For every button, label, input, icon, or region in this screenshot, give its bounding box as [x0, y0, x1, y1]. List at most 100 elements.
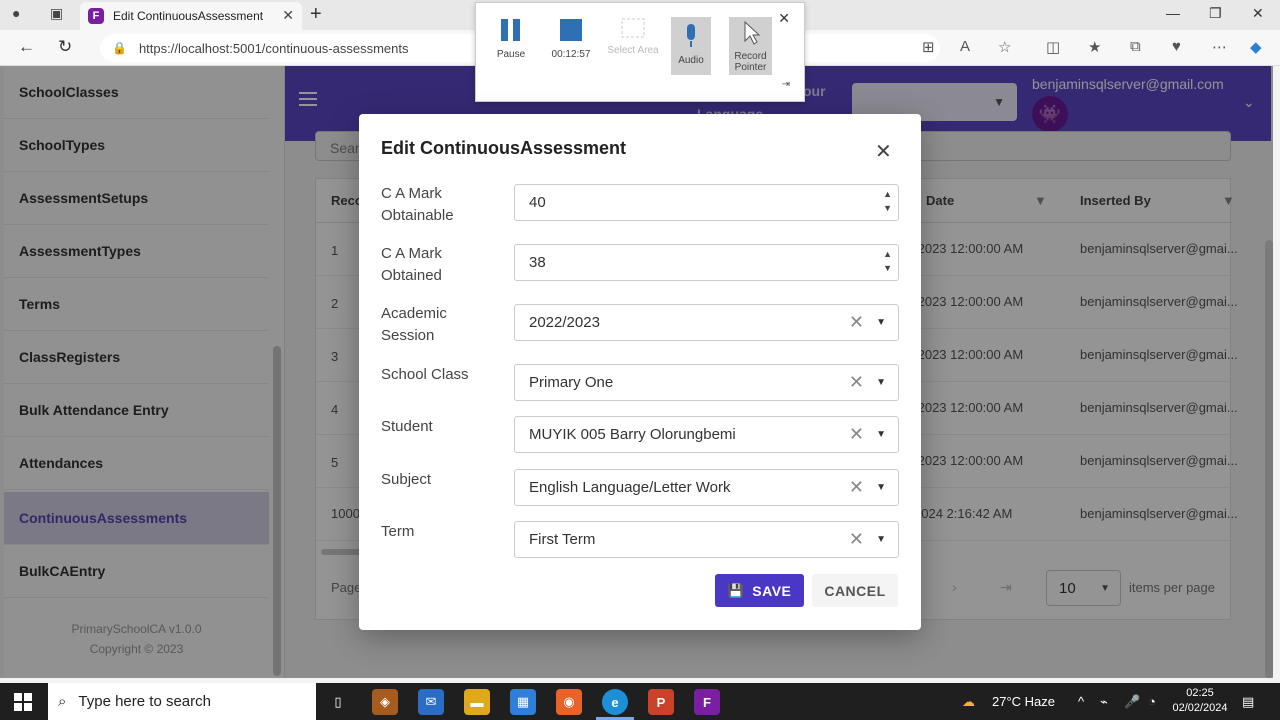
clear-icon[interactable]: ✕ [849, 477, 864, 498]
minimize-icon[interactable]: — [1166, 5, 1180, 21]
app-available-icon[interactable]: ⊞ [922, 38, 935, 56]
recorder-close-icon[interactable]: ✕ [778, 10, 790, 27]
clock-date: 02/02/2024 [1172, 702, 1228, 714]
edit-assessment-dialog: Edit ContinuousAssessment ✕ C A Mark Obt… [359, 114, 921, 630]
lock-icon: 🔒 [112, 41, 127, 55]
stop-icon [560, 19, 582, 41]
microphone-tray-icon[interactable]: 🎤 [1124, 694, 1140, 710]
cancel-button[interactable]: CANCEL [812, 574, 898, 607]
select-area-button[interactable]: Select Area [603, 17, 663, 56]
wifi-icon[interactable]: ◔ [1148, 694, 1156, 709]
system-clock[interactable]: 02:25 02/02/2024 [1170, 686, 1230, 716]
pause-label: Pause [496, 49, 526, 60]
browser-tab-active[interactable]: F Edit ContinuousAssessment ✕ [80, 2, 302, 30]
number-stepper-icon[interactable]: ▲ ▼ [883, 187, 892, 215]
ca-mark-obtainable-label: C A Mark Obtainable [381, 185, 454, 224]
refresh-icon[interactable]: ↻ [58, 37, 72, 57]
tab-close-icon[interactable]: ✕ [282, 7, 294, 24]
microphone-icon [687, 24, 695, 47]
pin-icon[interactable]: ⇥ [782, 79, 790, 90]
save-label: SAVE [752, 582, 792, 599]
chevron-down-icon[interactable]: ▼ [876, 317, 886, 328]
chevron-down-icon[interactable]: ▼ [876, 482, 886, 493]
maximize-icon[interactable]: ❐ [1209, 5, 1222, 22]
chevron-down-icon[interactable]: ▼ [876, 534, 886, 545]
field-value: MUYIK 005 Barry Olorungbemi [529, 426, 736, 443]
file-explorer-icon[interactable]: ▬ [464, 689, 490, 715]
app-favicon-icon: F [88, 8, 104, 24]
elapsed-time: 00:12:57 [551, 49, 591, 60]
copilot-icon[interactable]: ◆ [1250, 38, 1262, 56]
ca-mark-obtained-label: C A Mark Obtained [381, 245, 442, 284]
window-close-icon[interactable]: ✕ [1252, 5, 1264, 22]
term-label: Term [381, 523, 415, 540]
powerpoint-icon[interactable]: P [648, 689, 674, 715]
field-value: 2022/2023 [529, 314, 600, 331]
ca-mark-obtainable-input[interactable]: 40 ▲ ▼ [514, 184, 899, 221]
ca-mark-obtained-input[interactable]: 38 ▲ ▼ [514, 244, 899, 281]
floppy-disk-icon: 💾 [727, 582, 745, 598]
number-stepper-icon[interactable]: ▲ ▼ [883, 247, 892, 275]
field-value: 38 [529, 254, 546, 271]
field-value: 40 [529, 194, 546, 211]
taskbar-search-input[interactable]: ⌕ Type here to search [48, 683, 316, 720]
collections-icon[interactable]: ⧉ [1130, 38, 1141, 55]
search-icon: ⌕ [58, 693, 67, 710]
store-icon[interactable]: ▦ [510, 689, 536, 715]
profile-icon[interactable]: ● [12, 5, 20, 21]
subject-label: Subject [381, 471, 432, 488]
clear-icon[interactable]: ✕ [849, 372, 864, 393]
weather-icon: ☁ [962, 694, 975, 709]
mail-icon[interactable]: ✉ [418, 689, 444, 715]
select-area-icon [621, 18, 645, 38]
task-view-icon[interactable]: ▯ [325, 689, 351, 715]
record-pointer-button[interactable]: Record Pointer [729, 17, 772, 75]
subject-dropdown[interactable]: English Language/Letter Work ✕ ▼ [514, 469, 899, 506]
new-tab-icon[interactable]: + [310, 3, 322, 26]
extensions-icon[interactable]: ♥ [1172, 38, 1181, 55]
app-icon-game[interactable]: ◈ [372, 689, 398, 715]
student-dropdown[interactable]: MUYIK 005 Barry Olorungbemi ✕ ▼ [514, 416, 899, 453]
network-icon[interactable]: ⌁ [1100, 694, 1108, 710]
pointer-icon [744, 21, 760, 45]
clock-time: 02:25 [1186, 687, 1214, 699]
pause-button[interactable]: Pause [481, 17, 541, 60]
weather-text[interactable]: 27°C Haze [992, 694, 1055, 709]
firefox-icon[interactable]: ◉ [556, 689, 582, 715]
pause-icon [501, 19, 520, 41]
favorites-icon[interactable]: ★ [1088, 38, 1101, 56]
field-value: Primary One [529, 374, 614, 391]
chevron-down-icon[interactable]: ▼ [876, 377, 886, 388]
term-dropdown[interactable]: First Term ✕ ▼ [514, 521, 899, 558]
windows-start-icon[interactable] [14, 693, 32, 711]
clear-icon[interactable]: ✕ [849, 529, 864, 550]
student-label: Student [381, 418, 433, 435]
notifications-icon[interactable]: ▤ [1242, 694, 1254, 710]
more-menu-icon[interactable]: ⋯ [1212, 38, 1227, 56]
back-icon[interactable]: ← [18, 37, 35, 57]
edge-icon[interactable]: e [602, 689, 628, 715]
tray-chevron-icon[interactable]: ^ [1078, 694, 1084, 709]
record-pointer-label: Record Pointer [734, 51, 767, 73]
read-aloud-icon[interactable]: A [960, 38, 970, 55]
chevron-down-icon[interactable]: ▼ [876, 429, 886, 440]
field-value: English Language/Letter Work [529, 479, 731, 496]
school-class-dropdown[interactable]: Primary One ✕ ▼ [514, 364, 899, 401]
windows-taskbar: ⌕ Type here to search ▯ ◈ ✉ ▬ ▦ ◉ e P F … [0, 683, 1280, 720]
clear-icon[interactable]: ✕ [849, 312, 864, 333]
tab-title: Edit ContinuousAssessment [113, 9, 264, 23]
dialog-close-icon[interactable]: ✕ [875, 139, 892, 164]
audio-button[interactable]: Audio [671, 17, 711, 75]
clear-icon[interactable]: ✕ [849, 424, 864, 445]
select-area-label: Select Area [607, 45, 659, 56]
save-button[interactable]: 💾 SAVE [715, 574, 804, 607]
favorite-star-icon[interactable]: ☆ [998, 38, 1011, 56]
audio-label: Audio [678, 55, 704, 66]
screen-recorder-toolbar: Pause 00:12:57 Select Area Audio Record … [475, 2, 805, 102]
app-icon-f[interactable]: F [694, 689, 720, 715]
academic-session-dropdown[interactable]: 2022/2023 ✕ ▼ [514, 304, 899, 341]
tab-actions-icon[interactable]: ▣ [50, 5, 63, 22]
dialog-title: Edit ContinuousAssessment [381, 138, 627, 158]
split-screen-icon[interactable]: ◫ [1046, 38, 1060, 56]
stop-button[interactable]: 00:12:57 [541, 17, 601, 60]
